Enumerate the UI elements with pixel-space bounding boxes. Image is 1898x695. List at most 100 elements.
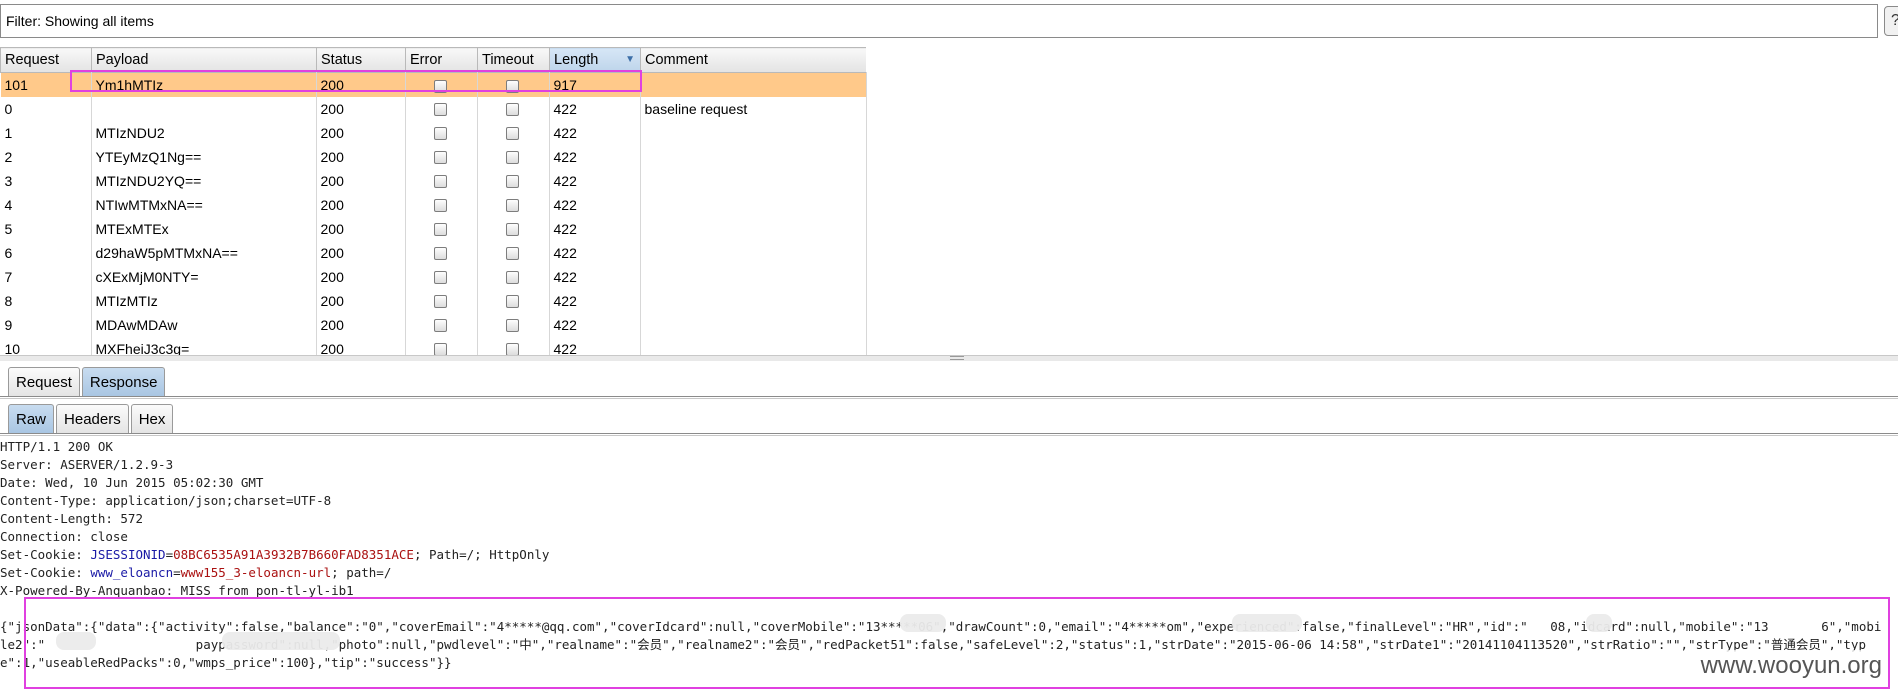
error-checkbox[interactable] (433, 199, 447, 213)
cell-status: 200 (320, 316, 344, 333)
response-header: Date: Wed, 10 Jun 2015 05:02:30 GMT (0, 475, 264, 490)
table-row[interactable]: 7 cXExMjM0NTY= 200 422 (1, 265, 867, 289)
error-checkbox[interactable] (433, 151, 447, 165)
filter-bar[interactable]: Filter: Showing all items (0, 4, 1878, 38)
timeout-checkbox[interactable] (505, 319, 519, 333)
table-row[interactable]: 5 MTExMTEx 200 422 (1, 217, 867, 241)
column-header-payload[interactable]: Payload (91, 47, 317, 73)
table-row[interactable]: 10 MXFheiJ3c3g= 200 422 (1, 337, 867, 356)
view-tabs: Raw Headers Hex (8, 404, 174, 433)
timeout-checkbox[interactable] (505, 127, 519, 141)
sort-descending-icon: ▼ (625, 54, 635, 65)
cookie-attrs: ; Path=/; HttpOnly (413, 547, 550, 562)
timeout-checkbox[interactable] (505, 151, 519, 165)
timeout-checkbox[interactable] (505, 103, 519, 117)
error-checkbox[interactable] (433, 175, 447, 189)
column-header-comment[interactable]: Comment (640, 47, 866, 73)
cell-request: 0 (4, 100, 13, 117)
timeout-checkbox[interactable] (505, 343, 519, 355)
cell-timeout (478, 265, 550, 289)
cell-timeout (478, 169, 550, 193)
timeout-checkbox[interactable] (505, 295, 519, 309)
tab-hex[interactable]: Hex (130, 404, 174, 433)
cookie-attrs: ; path=/ (331, 565, 392, 580)
table-row[interactable]: 3 MTIzNDU2YQ== 200 422 (1, 169, 867, 193)
table-header-row: Request Payload Status Error Timeout Len… (0, 47, 866, 73)
error-checkbox[interactable] (433, 103, 447, 117)
cell-error (406, 217, 478, 241)
cell-timeout (478, 313, 550, 337)
tab-raw[interactable]: Raw (8, 404, 55, 433)
table-row[interactable]: 8 MTIzMTIz 200 422 (1, 289, 867, 313)
error-checkbox[interactable] (433, 319, 447, 333)
column-header-error[interactable]: Error (405, 47, 478, 73)
column-header-status[interactable]: Status (316, 47, 406, 73)
cell-request: 9 (4, 316, 13, 333)
results-table: Request Payload Status Error Timeout Len… (0, 47, 866, 355)
highlight-box-result (70, 70, 642, 92)
message-tabs: Request Response (8, 367, 166, 396)
cell-request: 1 (4, 124, 13, 141)
cell-payload (92, 97, 317, 121)
table-row[interactable]: 1 MTIzNDU2 200 422 (1, 121, 867, 145)
cell-length: 422 (553, 148, 577, 165)
cookie-eq: = (165, 547, 174, 562)
table-row[interactable]: 2 YTEyMzQ1Ng== 200 422 (1, 145, 867, 169)
cell-timeout (478, 337, 550, 355)
cell-length: 422 (553, 244, 577, 261)
cell-payload: MTIzMTIz (95, 292, 158, 309)
cell-length: 422 (553, 196, 577, 213)
cell-payload: MTIzNDU2YQ== (95, 172, 202, 189)
error-checkbox[interactable] (433, 223, 447, 237)
tab-underline (0, 396, 1898, 399)
table-row[interactable]: 9 MDAwMDAw 200 422 (1, 313, 867, 337)
cell-request: 8 (4, 292, 13, 309)
timeout-checkbox[interactable] (505, 247, 519, 261)
table-row[interactable]: 4 NTIwMTMxNA== 200 422 (1, 193, 867, 217)
splitter-grip-icon[interactable] (950, 356, 964, 360)
cell-error (406, 193, 478, 217)
response-header: Content-Length: 572 (0, 511, 143, 526)
pane-splitter[interactable] (0, 355, 1898, 361)
error-checkbox[interactable] (433, 271, 447, 285)
cell-payload: MTIzNDU2 (95, 124, 165, 141)
column-header-timeout[interactable]: Timeout (477, 47, 550, 73)
help-icon: ? (1891, 12, 1898, 30)
cell-status: 200 (320, 244, 344, 261)
results-table-pane[interactable]: Request Payload Status Error Timeout Len… (0, 47, 866, 355)
table-row[interactable]: 6 d29haW5pMTMxNA== 200 422 (1, 241, 867, 265)
table-row[interactable]: 0 200 422 baseline request (1, 97, 867, 121)
timeout-checkbox[interactable] (505, 199, 519, 213)
tab-headers[interactable]: Headers (56, 404, 129, 433)
error-checkbox[interactable] (433, 343, 447, 355)
error-checkbox[interactable] (433, 247, 447, 261)
error-checkbox[interactable] (433, 127, 447, 141)
cell-status: 200 (320, 172, 344, 189)
timeout-checkbox[interactable] (505, 223, 519, 237)
filter-label: Filter: Showing all items (6, 13, 154, 29)
redaction-blur (1232, 614, 1302, 632)
cell-status: 200 (320, 340, 344, 356)
tab-response[interactable]: Response (81, 367, 166, 396)
cell-comment (641, 169, 867, 193)
cookie-value: 08BC6535A91A3932B7B660FAD8351ACE (173, 547, 414, 562)
timeout-checkbox[interactable] (505, 271, 519, 285)
cell-payload: MTExMTEx (95, 220, 169, 237)
help-button[interactable]: ? (1884, 6, 1898, 36)
cell-length: 422 (553, 268, 577, 285)
redaction-blur (1586, 614, 1612, 632)
column-header-request[interactable]: Request (0, 47, 92, 73)
cell-error (406, 265, 478, 289)
column-header-length[interactable]: Length ▼ (549, 47, 641, 73)
response-header: Server: ASERVER/1.2.9-3 (0, 457, 174, 472)
column-divider (640, 72, 641, 355)
error-checkbox[interactable] (433, 295, 447, 309)
cell-error (406, 121, 478, 145)
cell-length: 422 (553, 172, 577, 189)
cell-length: 422 (553, 316, 577, 333)
cell-timeout (478, 97, 550, 121)
cell-request: 7 (4, 268, 13, 285)
timeout-checkbox[interactable] (505, 175, 519, 189)
cell-comment (641, 193, 867, 217)
tab-request[interactable]: Request (8, 367, 80, 396)
